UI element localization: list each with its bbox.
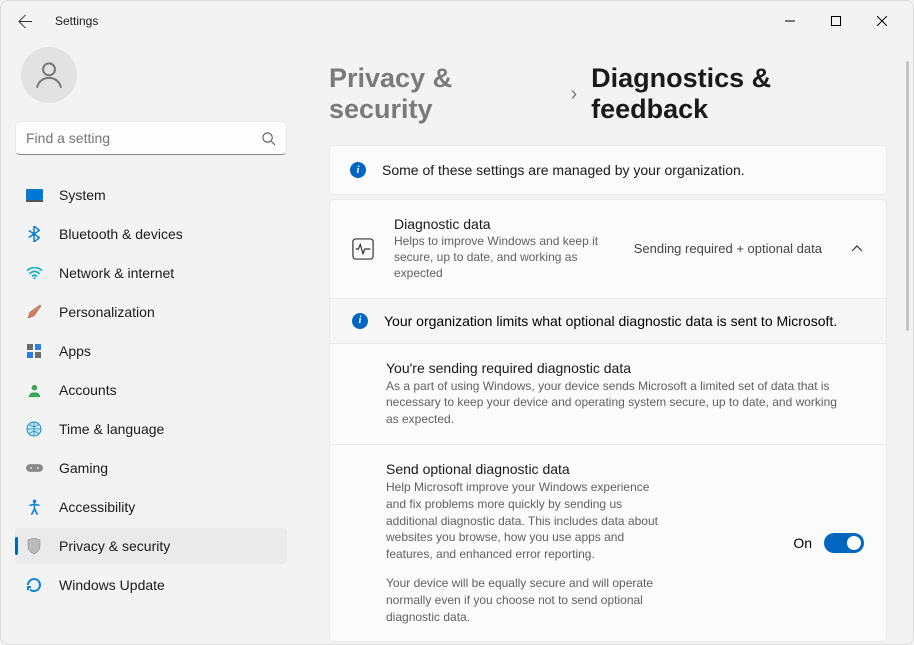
search-input[interactable] (15, 121, 287, 155)
close-button[interactable] (859, 5, 905, 37)
accessibility-icon (25, 498, 43, 516)
diagnostic-status: Sending required + optional data (634, 241, 822, 256)
breadcrumb-parent[interactable]: Privacy & security (329, 63, 556, 125)
breadcrumb: Privacy & security › Diagnostics & feedb… (329, 63, 887, 125)
wifi-icon (25, 264, 43, 282)
diagnostic-title: Diagnostic data (394, 216, 614, 232)
nav-bluetooth[interactable]: Bluetooth & devices (15, 216, 287, 252)
person-icon (32, 58, 66, 92)
org-banner-text: Some of these settings are managed by yo… (382, 162, 745, 178)
info-icon: i (352, 313, 368, 329)
avatar[interactable] (21, 47, 77, 103)
diagnostic-data-header[interactable]: Diagnostic data Helps to improve Windows… (330, 200, 886, 298)
nav-accounts[interactable]: Accounts (15, 372, 287, 408)
info-icon: i (350, 162, 366, 178)
nav-list: System Bluetooth & devices Network & int… (15, 177, 287, 603)
window-title: Settings (55, 14, 98, 28)
search-field[interactable] (26, 130, 261, 146)
nav-network[interactable]: Network & internet (15, 255, 287, 291)
shield-icon (25, 537, 43, 555)
optional-title: Send optional diagnostic data (386, 461, 775, 477)
optional-diagnostic-toggle[interactable] (824, 533, 864, 553)
maximize-button[interactable] (813, 5, 859, 37)
diagnostic-subtitle: Helps to improve Windows and keep it sec… (394, 233, 614, 282)
clock-globe-icon (25, 420, 43, 438)
nav-privacy[interactable]: Privacy & security (15, 528, 287, 564)
apps-icon (25, 342, 43, 360)
page-title: Diagnostics & feedback (591, 63, 887, 125)
activity-icon (352, 238, 374, 260)
nav-update[interactable]: Windows Update (15, 567, 287, 603)
org-limit-notice: i Your organization limits what optional… (330, 298, 886, 343)
back-button[interactable] (9, 5, 41, 37)
optional-desc: Help Microsoft improve your Windows expe… (386, 479, 666, 563)
content-area: Privacy & security › Diagnostics & feedb… (301, 41, 913, 644)
sidebar: System Bluetooth & devices Network & int… (1, 41, 301, 644)
chevron-up-icon (850, 242, 864, 256)
nav-time[interactable]: Time & language (15, 411, 287, 447)
system-icon (25, 186, 43, 204)
nav-accessibility[interactable]: Accessibility (15, 489, 287, 525)
nav-personalization[interactable]: Personalization (15, 294, 287, 330)
nav-system[interactable]: System (15, 177, 287, 213)
search-icon (261, 131, 276, 146)
titlebar: Settings (1, 1, 913, 41)
optional-extra: Your device will be equally secure and w… (386, 575, 676, 625)
org-banner: i Some of these settings are managed by … (329, 145, 887, 195)
diagnostic-data-expander: Diagnostic data Helps to improve Windows… (329, 199, 887, 642)
optional-toggle-label: On (793, 535, 812, 551)
required-title: You're sending required diagnostic data (386, 360, 864, 376)
nav-apps[interactable]: Apps (15, 333, 287, 369)
update-icon (25, 576, 43, 594)
bluetooth-icon (25, 225, 43, 243)
gaming-icon (25, 459, 43, 477)
scrollbar[interactable] (906, 61, 909, 331)
optional-diagnostic-row: Send optional diagnostic data Help Micro… (330, 444, 886, 641)
minimize-button[interactable] (767, 5, 813, 37)
brush-icon (25, 303, 43, 321)
required-diagnostic-row: You're sending required diagnostic data … (330, 343, 886, 444)
chevron-right-icon: › (570, 83, 577, 106)
nav-gaming[interactable]: Gaming (15, 450, 287, 486)
accounts-icon (25, 381, 43, 399)
required-desc: As a part of using Windows, your device … (386, 378, 846, 428)
